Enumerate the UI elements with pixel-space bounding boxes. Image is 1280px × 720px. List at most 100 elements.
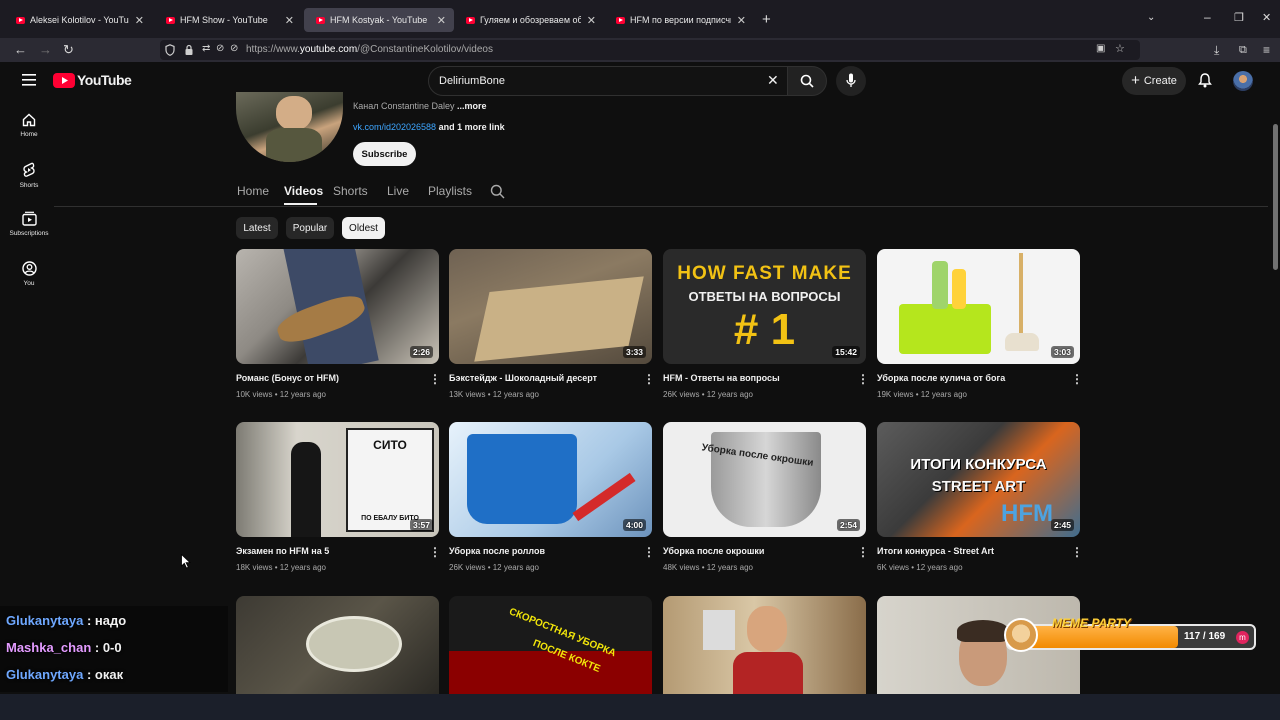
more-actions-icon[interactable]: ⋮ <box>857 545 869 559</box>
sidebar-item-subscriptions[interactable]: Subscriptions <box>6 211 52 237</box>
restore-window-icon[interactable]: ❐ <box>1234 11 1244 24</box>
channel-search-icon[interactable] <box>490 184 505 199</box>
minimize-window-icon[interactable]: – <box>1204 10 1211 24</box>
video-title[interactable]: Уборка после кулича от бога <box>877 373 1062 383</box>
channel-more-links[interactable]: and 1 more link <box>439 122 505 132</box>
chat-text: окак <box>94 667 124 682</box>
video-title[interactable]: Экзамен по HFM на 5 <box>236 546 421 556</box>
sidebar-item-home[interactable]: Home <box>6 113 52 138</box>
browser-tab-active[interactable]: HFM Kostyak - YouTube ✕ <box>304 8 454 32</box>
picture-in-picture-icon[interactable]: ▣ <box>1096 43 1105 54</box>
voice-search-button[interactable] <box>836 66 866 96</box>
thumbnail-caption: HOW FAST MAKE <box>677 263 852 284</box>
close-window-icon[interactable]: ✕ <box>1262 11 1271 24</box>
video-title[interactable]: Уборка после роллов <box>449 546 634 556</box>
video-title[interactable]: Уборка после окрошки <box>663 546 848 556</box>
permissions-icon[interactable]: ⇄ <box>202 43 210 54</box>
chat-separator: : <box>91 640 103 655</box>
search-input[interactable]: DeliriumBone <box>439 75 505 87</box>
close-tab-icon[interactable]: ✕ <box>285 14 294 27</box>
extensions-icon[interactable]: ⧉ <box>1239 42 1247 58</box>
browser-tab[interactable]: HFM Show - YouTube ✕ <box>154 8 302 32</box>
hamburger-menu-icon[interactable] <box>22 74 36 86</box>
channel-tab-playlists[interactable]: Playlists <box>428 184 472 198</box>
video-thumbnail[interactable]: СИТО ПО ЕБАЛУ БИТО 3:57 <box>236 422 439 537</box>
browser-tab[interactable]: Aleksei Kolotilov - YouTube ✕ <box>4 8 152 32</box>
channel-tab-home[interactable]: Home <box>237 184 269 198</box>
youtube-logo[interactable]: YouTube <box>53 72 132 88</box>
chat-message: Glukanytaya : окак <box>6 667 123 682</box>
video-thumbnail[interactable]: ИТОГИ КОНКУРСА STREET ART HFM 2:45 <box>877 422 1080 537</box>
video-thumbnail[interactable]: 3:03 <box>877 249 1080 364</box>
microphone-blocked-icon[interactable]: ⊘ <box>230 43 238 54</box>
microphone-icon <box>846 73 856 87</box>
bookmark-star-icon[interactable]: ☆ <box>1115 42 1125 55</box>
video-thumbnail[interactable]: 4:00 <box>449 422 652 537</box>
new-tab-icon[interactable]: + <box>762 11 771 28</box>
reload-icon[interactable]: ↻ <box>63 42 74 58</box>
create-button[interactable]: + Create <box>1122 67 1186 95</box>
chip-latest[interactable]: Latest <box>236 217 278 239</box>
channel-tab-live[interactable]: Live <box>387 184 409 198</box>
video-meta: 6K views • 12 years ago <box>877 563 963 572</box>
more-actions-icon[interactable]: ⋮ <box>857 372 869 386</box>
video-thumbnail[interactable]: 3:33 <box>449 249 652 364</box>
sidebar-item-you[interactable]: You <box>6 261 52 287</box>
more-actions-icon[interactable]: ⋮ <box>643 545 655 559</box>
channel-external-link[interactable]: vk.com/id202026588 <box>353 122 436 132</box>
channel-tab-videos[interactable]: Videos <box>284 184 323 198</box>
video-title[interactable]: Бэкстейдж - Шоколадный десерт <box>449 373 634 383</box>
more-actions-icon[interactable]: ⋮ <box>1071 372 1083 386</box>
video-title[interactable]: HFM - Ответы на вопросы <box>663 373 848 383</box>
more-actions-icon[interactable]: ⋮ <box>643 372 655 386</box>
address-bar[interactable]: ⇄ ⊘ ⊘ https://www.youtube.com/@Constanti… <box>160 40 1140 60</box>
downloads-icon[interactable]: ⤓ <box>1214 42 1219 58</box>
close-tab-icon[interactable]: ✕ <box>587 14 596 27</box>
lock-icon[interactable] <box>184 44 194 56</box>
close-tab-icon[interactable]: ✕ <box>737 14 746 27</box>
channel-more-link[interactable]: ...more <box>457 101 487 111</box>
video-thumbnail[interactable]: Уборка после окрошки 2:54 <box>663 422 866 537</box>
back-arrow-icon[interactable]: ← <box>14 42 27 58</box>
video-title[interactable]: Итоги конкурса - Street Art <box>877 546 1062 556</box>
channel-avatar[interactable] <box>236 92 343 162</box>
tab-list-chevron-icon[interactable]: ⌄ <box>1147 12 1155 23</box>
video-thumbnail[interactable]: СКОРОСТНАЯ УБОРКА ПОСЛЕ КОКТЕ <box>449 596 652 694</box>
shield-icon[interactable] <box>165 44 175 56</box>
subscribe-button[interactable]: Subscribe <box>353 142 416 166</box>
browser-tab[interactable]: Гуляем и обозреваем объекты ✕ <box>454 8 604 32</box>
video-views: 18K views <box>236 563 273 572</box>
chip-oldest[interactable]: Oldest <box>342 217 385 239</box>
video-thumbnail[interactable] <box>663 596 866 694</box>
video-thumbnail[interactable]: HOW FAST MAKE ОТВЕТЫ НА ВОПРОСЫ # 1 15:4… <box>663 249 866 364</box>
chip-popular[interactable]: Popular <box>286 217 334 239</box>
video-thumbnail[interactable]: 2:26 <box>236 249 439 364</box>
menu-icon[interactable]: ≡ <box>1263 42 1270 58</box>
video-title[interactable]: Романс (Бонус от HFM) <box>236 373 421 383</box>
video-thumbnail[interactable] <box>236 596 439 694</box>
video-age: 12 years ago <box>279 563 326 572</box>
camera-blocked-icon[interactable]: ⊘ <box>216 43 224 54</box>
more-actions-icon[interactable]: ⋮ <box>429 545 441 559</box>
more-actions-icon[interactable]: ⋮ <box>429 372 441 386</box>
close-tab-icon[interactable]: ✕ <box>135 14 144 27</box>
browser-tab[interactable]: HFM по версии подписчиков ✕ <box>604 8 754 32</box>
more-actions-icon[interactable]: ⋮ <box>1071 545 1083 559</box>
forward-arrow-icon[interactable]: → <box>39 42 52 58</box>
url-text[interactable]: https://www.youtube.com/@ConstantineKolo… <box>246 44 493 55</box>
subscriptions-icon <box>21 211 37 226</box>
video-age: 12 years ago <box>492 563 539 572</box>
channel-description[interactable]: Канал Constantine Daley ...more <box>353 101 487 111</box>
channel-tab-shorts[interactable]: Shorts <box>333 184 368 198</box>
create-label: Create <box>1143 75 1177 87</box>
search-button[interactable] <box>787 66 827 96</box>
close-tab-icon[interactable]: ✕ <box>437 14 446 27</box>
account-avatar[interactable] <box>1233 71 1253 91</box>
search-box[interactable]: DeliriumBone ✕ <box>428 66 788 96</box>
clear-search-icon[interactable]: ✕ <box>767 72 779 89</box>
video-age: 12 years ago <box>916 563 963 572</box>
page-scrollbar-thumb[interactable] <box>1273 124 1278 270</box>
notifications-bell-icon[interactable] <box>1198 73 1212 88</box>
sidebar-item-label: Subscriptions <box>9 230 49 237</box>
sidebar-item-shorts[interactable]: Shorts <box>6 162 52 189</box>
